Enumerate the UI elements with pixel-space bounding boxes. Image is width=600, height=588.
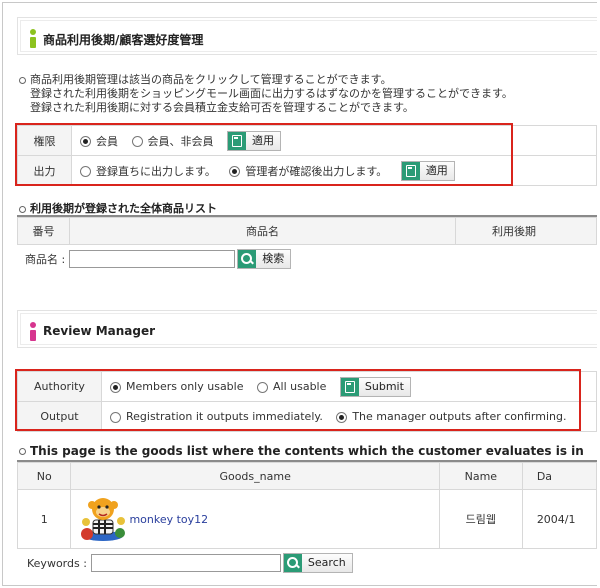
section-title: Review Manager [43, 324, 156, 338]
description: 商品利用後期管理は該当の商品をクリックして管理することができます。 登録された利… [19, 73, 513, 115]
info-i-icon [29, 322, 37, 341]
reviewer-name: 드림웹 [438, 489, 523, 549]
radio-icon[interactable] [336, 411, 348, 423]
section-title: 商品利用後期/顧客選好度管理 [43, 33, 204, 47]
column-header: No [16, 462, 72, 490]
search-label: 商品名 : [25, 253, 66, 266]
description-line: 商品利用後期管理は該当の商品をクリックして管理することができます。 [30, 73, 392, 86]
bullet-icon [19, 448, 26, 455]
authority-label: Authority [17, 371, 102, 402]
column-header: 番号 [16, 217, 71, 245]
radio-icon[interactable] [80, 136, 91, 147]
review-date: 2004/1 [521, 489, 597, 549]
radio-icon[interactable] [229, 166, 241, 177]
authority-option-all[interactable]: All usable [257, 380, 326, 393]
table-bottom-line [17, 548, 597, 549]
apply-authority-button[interactable]: 適用 [227, 130, 281, 151]
column-header: Goods_name [70, 462, 440, 490]
section-header-usage-reviews: 商品利用後期/顧客選好度管理 [17, 17, 597, 55]
output-option-after-confirm[interactable]: The manager outputs after confirming. [336, 410, 566, 423]
radio-icon[interactable] [80, 166, 91, 177]
output-option-immediate[interactable]: 登録直ちに出力します。 [80, 163, 216, 179]
submit-button[interactable]: Submit [339, 376, 411, 397]
column-header: 商品名 [69, 217, 456, 245]
radio-icon[interactable] [110, 381, 121, 393]
product-thumbnail-image[interactable] [77, 496, 129, 542]
row-number: 1 [16, 489, 72, 549]
keyword-search-bar: Keywords : Search [27, 553, 353, 573]
section-header-review-manager: Review Manager [17, 310, 597, 348]
authority-option-members[interactable]: Members only usable [110, 380, 244, 393]
output-option-immediate[interactable]: Registration it outputs immediately. [110, 410, 323, 423]
info-i-icon [29, 29, 37, 48]
radio-icon[interactable] [131, 136, 143, 147]
authority-option-all[interactable]: 会員、非会員 [131, 133, 214, 149]
search-button[interactable]: Search [282, 553, 353, 573]
settings-table: Authority Members only usable All usable… [17, 371, 597, 432]
search-input[interactable] [69, 250, 236, 268]
authority-label: 権限 [17, 125, 72, 156]
save-icon [401, 161, 420, 180]
settings-table: 権限 会員 会員、非会員 適用 出力 登録直ちに出力します。 管理者が確認後出力… [17, 125, 597, 186]
radio-icon[interactable] [110, 411, 121, 423]
goods-name-link[interactable]: monkey toy12 [129, 513, 208, 526]
column-header: Da [521, 462, 597, 490]
bullet-icon [19, 76, 26, 84]
product-search-bar: 商品名 : 検索 [25, 249, 292, 269]
save-icon [340, 377, 359, 396]
product-list-table: 番号 商品名 利用後期 [16, 217, 597, 245]
description-line: 登録された利用後期をショッピングモール画面に出力するはずなのかを管理することがで… [30, 87, 513, 100]
search-icon [238, 250, 257, 268]
column-header: 利用後期 [454, 217, 597, 245]
radio-icon[interactable] [257, 381, 268, 393]
search-button[interactable]: 検索 [237, 249, 292, 269]
authority-option-members[interactable]: 会員 [80, 133, 118, 149]
list-title: This page is the goods list where the co… [19, 444, 584, 458]
page-frame: 商品利用後期/顧客選好度管理 商品利用後期管理は該当の商品をクリックして管理する… [2, 2, 597, 586]
output-label: 出力 [17, 155, 72, 186]
apply-output-button[interactable]: 適用 [400, 160, 455, 181]
description-line: 登録された利用後期に対する会員積立金支給可否を管理することができます。 [30, 101, 414, 114]
search-icon [283, 554, 302, 572]
search-input[interactable] [90, 554, 281, 572]
output-option-after-confirm[interactable]: 管理者が確認後出力します。 [229, 163, 387, 179]
output-label: Output [17, 401, 102, 432]
save-icon [228, 131, 246, 150]
list-title: 利用後期が登録された全体商品リスト [19, 200, 217, 216]
column-header: Name [438, 462, 523, 490]
bullet-icon [19, 205, 26, 213]
search-label: Keywords : [27, 556, 87, 570]
